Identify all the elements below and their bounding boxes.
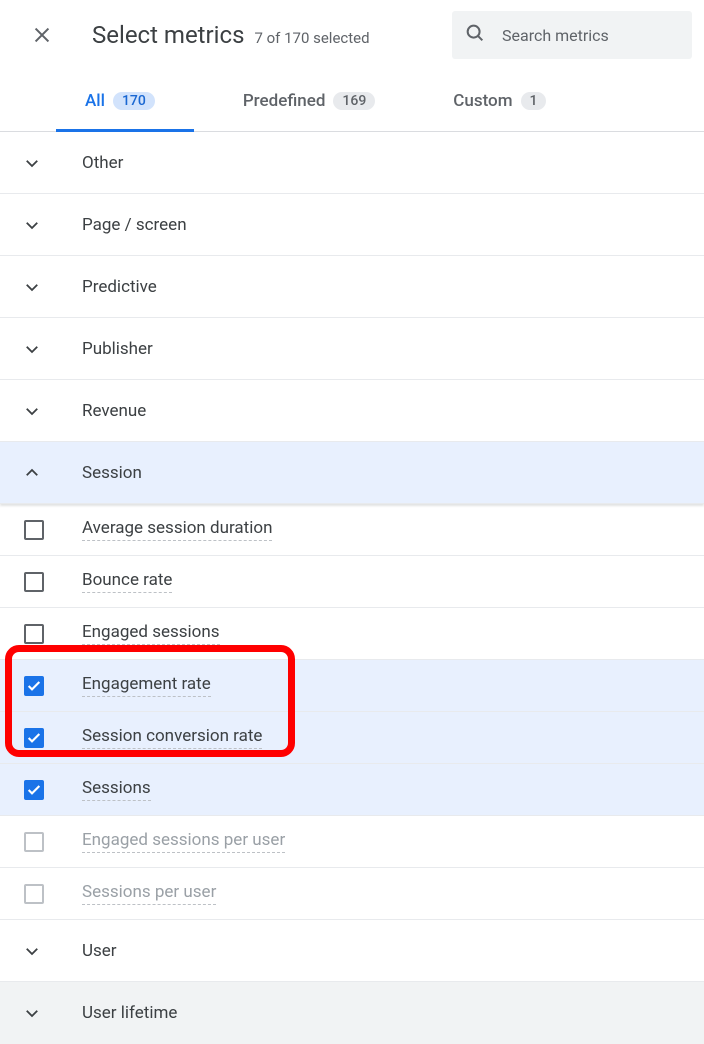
category-label: Page / screen [82,215,187,235]
category-publisher[interactable]: Publisher [0,318,704,380]
tab-count: 170 [113,92,155,110]
checkbox-checked[interactable] [24,728,44,748]
chevron-up-icon [20,461,44,485]
checkbox-unchecked[interactable] [24,572,44,592]
metric-engaged-sessions-per-user[interactable]: Engaged sessions per user [0,816,704,868]
close-icon[interactable] [22,15,62,55]
chevron-down-icon [20,1001,44,1025]
metric-average-session-duration[interactable]: Average session duration [0,504,704,556]
tab-count: 169 [333,92,375,110]
chevron-down-icon [20,151,44,175]
metric-label: Session conversion rate [82,726,262,749]
category-label: Predictive [82,277,157,297]
metric-label: Average session duration [82,518,272,541]
category-label: Other [82,153,123,173]
category-other[interactable]: Other [0,132,704,194]
tab-all[interactable]: All 170 [81,70,159,131]
chevron-down-icon [20,939,44,963]
category-session[interactable]: Session [0,442,704,504]
category-label: User [82,941,117,961]
category-page-screen[interactable]: Page / screen [0,194,704,256]
search-icon [464,22,486,48]
checkbox-checked[interactable] [24,676,44,696]
category-label: User lifetime [82,1003,177,1023]
metric-label: Sessions [82,778,151,801]
tab-predefined[interactable]: Predefined 169 [239,70,379,131]
tab-custom[interactable]: Custom 1 [449,70,550,131]
selection-count: 7 of 170 selected [254,29,369,47]
category-label: Session [82,463,142,483]
metric-label: Sessions per user [82,882,216,905]
category-revenue[interactable]: Revenue [0,380,704,442]
chevron-down-icon [20,275,44,299]
metric-label: Bounce rate [82,570,172,593]
metric-engagement-rate[interactable]: Engagement rate [0,660,704,712]
checkbox-checked[interactable] [24,780,44,800]
checkbox-unchecked[interactable] [24,624,44,644]
checkbox-disabled[interactable] [24,884,44,904]
metric-engaged-sessions[interactable]: Engaged sessions [0,608,704,660]
tab-count: 1 [521,92,547,110]
tab-label: All [85,91,105,111]
chevron-down-icon [20,213,44,237]
metric-label: Engaged sessions [82,622,220,645]
category-user-lifetime[interactable]: User lifetime [0,982,704,1044]
tab-label: Predefined [243,91,326,111]
category-label: Publisher [82,339,153,359]
page-title: Select metrics [92,21,244,49]
category-predictive[interactable]: Predictive [0,256,704,318]
metric-sessions[interactable]: Sessions [0,764,704,816]
search-box[interactable] [452,11,692,59]
chevron-down-icon [20,337,44,361]
metric-bounce-rate[interactable]: Bounce rate [0,556,704,608]
category-label: Revenue [82,401,146,421]
metric-label: Engagement rate [82,674,211,697]
checkbox-unchecked[interactable] [24,520,44,540]
tab-label: Custom [453,91,512,111]
metric-session-conversion-rate[interactable]: Session conversion rate [0,712,704,764]
checkbox-disabled[interactable] [24,832,44,852]
metric-label: Engaged sessions per user [82,830,285,853]
category-user[interactable]: User [0,920,704,982]
metric-sessions-per-user[interactable]: Sessions per user [0,868,704,920]
chevron-down-icon [20,399,44,423]
search-input[interactable] [500,25,680,46]
